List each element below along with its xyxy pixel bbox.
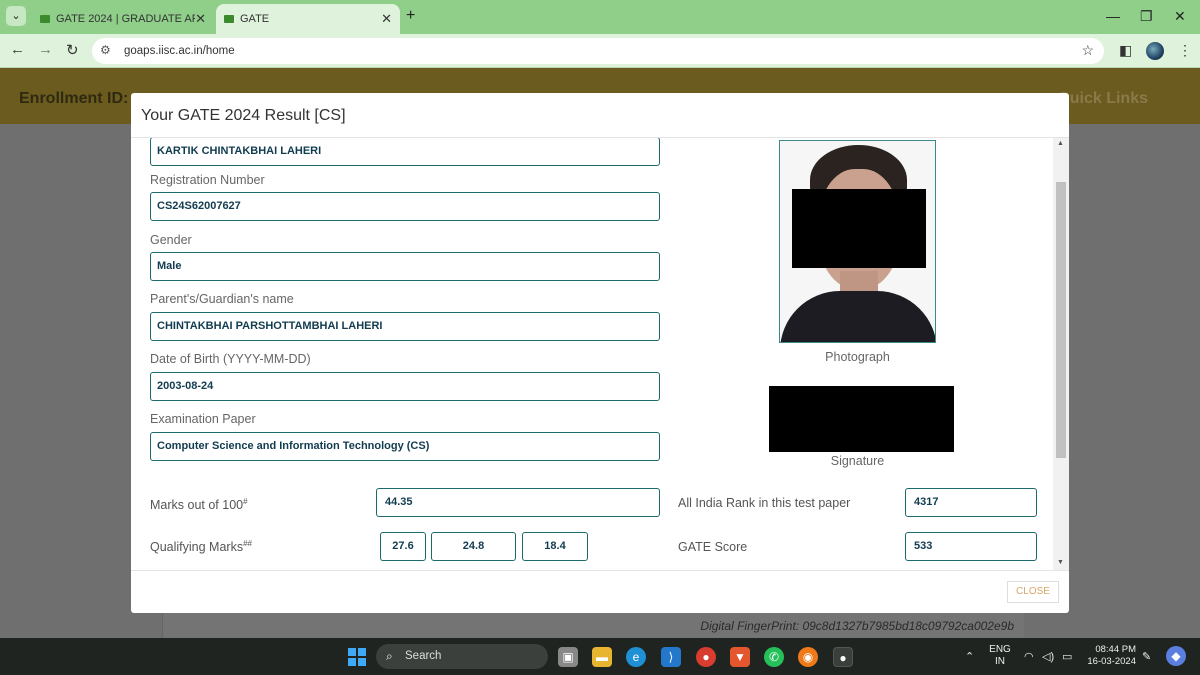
minimize-icon[interactable]: — [1106, 8, 1120, 24]
search-placeholder: Search [405, 650, 442, 662]
region-label: IN [995, 656, 1005, 667]
guardian-field: CHINTAKBHAI PARSHOTTAMBHAI LAHERI [150, 312, 660, 341]
address-bar[interactable]: ⚙ goaps.iisc.ac.in/home ☆ [92, 38, 1104, 64]
qualifying-sc-st: 18.4 [522, 532, 588, 561]
registration-field: CS24S62007627 [150, 192, 660, 221]
copilot-icon[interactable]: ◆ [1166, 646, 1186, 666]
photo-redaction [792, 189, 926, 268]
task-view-icon[interactable]: ▣ [558, 647, 578, 667]
close-icon[interactable]: ✕ [381, 11, 392, 27]
brave-icon[interactable]: ▼ [730, 647, 750, 667]
browser-tab-bar: ⌄ GATE 2024 | GRADUATE APTITU ✕ GATE ✕ +… [0, 0, 1200, 34]
exam-paper-field: Computer Science and Information Technol… [150, 432, 660, 461]
whatsapp-icon[interactable]: ✆ [764, 647, 784, 667]
site-info-icon[interactable]: ⚙ [100, 43, 111, 57]
new-tab-icon[interactable]: + [406, 7, 415, 25]
notification-icon[interactable]: ✎ [1142, 650, 1151, 663]
result-modal: Your GATE 2024 Result [CS] KARTIK CHINTA… [131, 93, 1069, 613]
quick-links[interactable]: Quick Links [1057, 90, 1148, 108]
scroll-down-icon[interactable]: ▼ [1057, 559, 1064, 566]
dob-field: 2003-08-24 [150, 372, 660, 401]
guardian-label: Parent's/Guardian's name [150, 292, 294, 306]
name-field: KARTIK CHINTAKBHAI LAHERI [150, 138, 660, 166]
gender-field: Male [150, 252, 660, 281]
close-button[interactable]: CLOSE [1007, 581, 1059, 603]
file-explorer-icon[interactable]: ▬ [592, 647, 612, 667]
qualifying-general: 27.6 [380, 532, 426, 561]
search-icon: ⌕ [386, 649, 393, 663]
modal-scrollbar[interactable]: ▲ ▼ [1053, 138, 1069, 570]
qualifying-label: Qualifying Marks## [150, 539, 252, 555]
clock-date: 16-03-2024 [1087, 656, 1136, 667]
signature-redaction [769, 386, 954, 452]
back-arrow-icon[interactable]: ← [10, 41, 25, 58]
digital-fingerprint: Digital FingerPrint: 09c8d1327b7985bd18c… [700, 619, 1014, 633]
menu-kebab-icon[interactable]: ⋮ [1178, 42, 1192, 59]
registration-label: Registration Number [150, 173, 265, 187]
rank-value: 4317 [905, 488, 1037, 517]
wifi-icon[interactable]: ◠ [1024, 650, 1034, 663]
firefox-icon[interactable]: ◉ [798, 647, 818, 667]
photo-caption: Photograph [825, 350, 890, 364]
clock-time: 08:44 PM [1095, 644, 1136, 655]
tab-gate-portal[interactable]: GATE 2024 | GRADUATE APTITU ✕ [32, 4, 214, 34]
signature-caption: Signature [830, 454, 885, 468]
marks-value: 44.35 [376, 488, 660, 517]
gate-favicon-icon [40, 15, 50, 23]
score-label: GATE Score [678, 540, 748, 554]
reload-icon[interactable]: ↻ [66, 41, 79, 59]
chevron-up-icon[interactable]: ⌃ [965, 650, 974, 663]
clock[interactable]: 08:44 PM 16-03-2024 [1084, 644, 1136, 668]
modal-body[interactable]: KARTIK CHINTAKBHAI LAHERI Registration N… [131, 138, 1069, 570]
window-close-icon[interactable]: ✕ [1174, 8, 1186, 25]
taskbar-search[interactable]: ⌕ Search [376, 644, 548, 669]
profile-avatar[interactable] [1146, 42, 1164, 60]
tab-gate[interactable]: GATE ✕ [216, 4, 400, 34]
scroll-up-icon[interactable]: ▲ [1057, 140, 1064, 147]
tab-title: GATE 2024 | GRADUATE APTITU [56, 13, 195, 25]
language-label: ENG [989, 644, 1011, 655]
close-icon[interactable]: ✕ [195, 11, 206, 27]
score-value: 533 [905, 532, 1037, 561]
forward-arrow-icon[interactable]: → [38, 41, 53, 58]
bookmark-star-icon[interactable]: ☆ [1081, 42, 1094, 59]
edge-icon[interactable]: e [626, 647, 646, 667]
dob-label: Date of Birth (YYYY-MM-DD) [150, 352, 311, 366]
side-panel-icon[interactable]: ◧ [1119, 42, 1132, 59]
qualifying-obc: 24.8 [431, 532, 516, 561]
tab-search-button[interactable]: ⌄ [6, 6, 26, 26]
chrome-icon[interactable]: ● [696, 647, 716, 667]
vscode-icon[interactable]: ⟩ [661, 647, 681, 667]
battery-icon[interactable]: ▭ [1062, 650, 1072, 663]
modal-title: Your GATE 2024 Result [CS] [131, 93, 1069, 138]
rank-label: All India Rank in this test paper [678, 496, 851, 510]
tab-title: GATE [240, 13, 270, 25]
windows-start-icon[interactable] [348, 648, 366, 666]
scroll-thumb[interactable] [1056, 182, 1066, 458]
url-text: goaps.iisc.ac.in/home [124, 45, 235, 57]
chrome-active-icon[interactable]: ● [833, 647, 853, 667]
browser-toolbar: ← → ↻ ⚙ goaps.iisc.ac.in/home ☆ ◧ ⋮ [0, 34, 1200, 68]
enrollment-label: Enrollment ID: [19, 90, 129, 107]
taskbar: ⌕ Search ▣ ▬ e ⟩ ● ▼ ✆ ◉ ● ⌃ ENG IN ◠ ◁)… [0, 638, 1200, 675]
restore-icon[interactable]: ❐ [1140, 8, 1153, 25]
exam-paper-label: Examination Paper [150, 412, 256, 426]
marks-label: Marks out of 100# [150, 497, 248, 513]
modal-footer: CLOSE [131, 570, 1069, 613]
gender-label: Gender [150, 233, 192, 247]
volume-icon[interactable]: ◁) [1042, 650, 1054, 663]
language-indicator[interactable]: ENG IN [988, 644, 1012, 668]
gate-favicon-icon [224, 15, 234, 23]
